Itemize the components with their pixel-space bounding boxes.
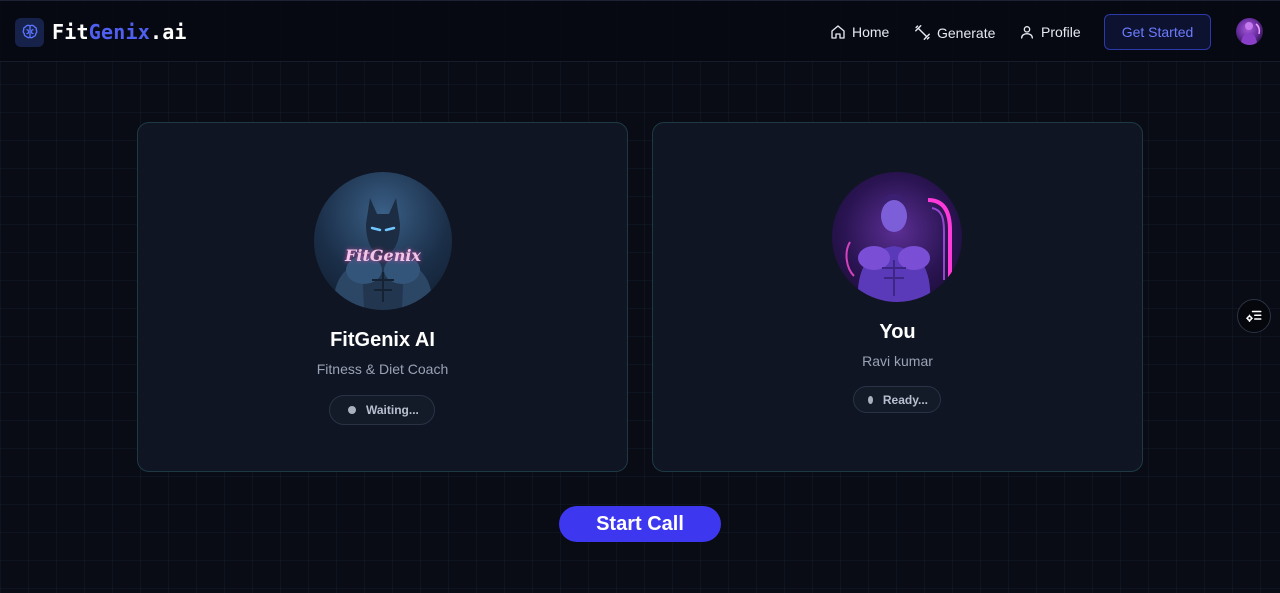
nav-generate-label: Generate <box>937 24 996 41</box>
nav-home-label: Home <box>852 24 890 40</box>
ai-status-badge: Waiting... <box>329 395 435 425</box>
nav-home[interactable]: Home <box>830 24 889 40</box>
ai-avatar-caption: FitGenix <box>345 246 421 265</box>
start-call-button[interactable]: Start Call <box>559 506 721 542</box>
user-name: Ravi kumar <box>862 353 933 369</box>
brand-name-fit: Fit <box>52 20 89 44</box>
brain-icon <box>15 17 44 47</box>
ai-coach-role: Fitness & Diet Coach <box>316 361 449 377</box>
ai-coach-avatar: FitGenix <box>314 172 452 310</box>
top-navbar: FitGenix.ai Home Generate Profile Get St… <box>0 0 1280 62</box>
ai-avatar-image <box>333 198 433 310</box>
status-dot-icon <box>348 406 356 414</box>
user-card: You Ravi kumar Ready... <box>652 122 1143 472</box>
ai-coach-name: FitGenix AI <box>330 329 435 351</box>
nav-profile-label: Profile <box>1041 24 1081 40</box>
user-status-text: Ready... <box>882 392 928 407</box>
brand-name: FitGenix.ai <box>52 20 187 44</box>
user-status-badge: Ready... <box>853 386 941 413</box>
get-started-button[interactable]: Get Started <box>1104 14 1211 50</box>
brand-name-genix: Genix <box>88 20 150 44</box>
home-icon <box>831 25 845 39</box>
settings-list-icon <box>1246 310 1262 322</box>
status-dot-icon <box>868 395 873 404</box>
ai-status-text: Waiting... <box>366 403 419 417</box>
user-title: You <box>879 321 916 343</box>
user-avatar[interactable] <box>1236 18 1263 45</box>
settings-list-button[interactable] <box>1237 299 1271 333</box>
dumbbell-icon <box>915 25 930 40</box>
user-card-avatar <box>832 172 962 302</box>
nav-generate[interactable]: Generate <box>914 24 995 41</box>
user-icon <box>1021 26 1033 39</box>
ai-coach-card: FitGenix FitGenix AI Fitness & Diet Coac… <box>137 122 628 472</box>
user-avatar-image <box>845 193 952 302</box>
brand-name-ai: .ai <box>149 20 187 44</box>
nav-profile[interactable]: Profile <box>1019 24 1081 40</box>
brand-logo[interactable]: FitGenix.ai <box>15 17 187 47</box>
avatar-silhouette-icon <box>1241 22 1261 45</box>
